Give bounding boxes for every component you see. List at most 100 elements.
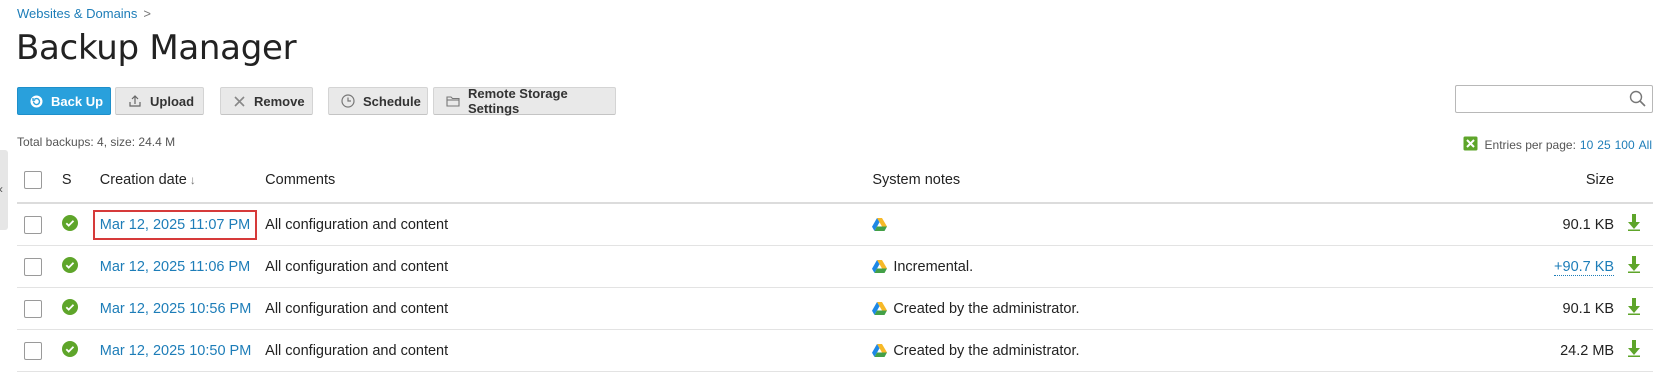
notes-cell: Incremental.: [872, 245, 1540, 288]
per-page-10[interactable]: 10: [1580, 138, 1593, 152]
table-row: Mar 12, 2025 10:56 PM All configuration …: [17, 287, 1653, 330]
header-comments[interactable]: Comments: [265, 158, 873, 204]
check-circle-icon: [61, 256, 78, 273]
date-cell: Mar 12, 2025 10:50 PM: [99, 329, 266, 372]
download-cell: [1614, 329, 1653, 372]
row-checkbox[interactable]: [24, 341, 42, 360]
date-cell: Mar 12, 2025 11:07 PM: [92, 203, 266, 246]
table-header-row: S Creation date ↓ Comments System notes S…: [17, 158, 1653, 204]
row-select-cell: [17, 203, 62, 246]
notes-cell: [872, 203, 1540, 246]
backup-date-link[interactable]: Mar 12, 2025 11:07 PM: [92, 209, 258, 240]
header-download: [1614, 158, 1653, 204]
check-circle-icon: [61, 340, 78, 357]
search-input[interactable]: [1462, 87, 1626, 113]
backup-date-link[interactable]: Mar 12, 2025 11:06 PM: [100, 259, 250, 275]
remove-x-icon: [234, 95, 245, 107]
system-note-text: Created by the administrator.: [893, 342, 1080, 359]
date-cell: Mar 12, 2025 10:56 PM: [99, 287, 266, 330]
row-select-cell: [17, 287, 62, 330]
row-select-cell: [17, 329, 62, 372]
download-arrow-icon[interactable]: [1627, 256, 1641, 273]
select-all-checkbox[interactable]: [24, 171, 42, 189]
status-cell: [61, 287, 100, 330]
download-cell: [1614, 203, 1653, 246]
backup-date-link[interactable]: Mar 12, 2025 10:50 PM: [100, 343, 252, 359]
select-all-cell: [17, 158, 62, 204]
comment-cell: All configuration and content: [265, 287, 873, 330]
table-row: Mar 12, 2025 11:06 PM All configuration …: [17, 245, 1653, 288]
sort-desc-icon: ↓: [189, 173, 196, 187]
notes-cell: Created by the administrator.: [872, 287, 1540, 330]
backup-button-label: Back Up: [51, 93, 104, 109]
backups-table: S Creation date ↓ Comments System notes S…: [17, 158, 1653, 372]
search-icon[interactable]: [1629, 90, 1646, 112]
backup-icon: [30, 95, 43, 107]
schedule-button-label: Schedule: [363, 93, 421, 109]
per-page-100[interactable]: 100: [1615, 138, 1635, 152]
check-circle-icon: [61, 298, 78, 315]
clock-icon: [341, 94, 355, 108]
date-cell: Mar 12, 2025 11:06 PM: [99, 245, 266, 288]
remove-button[interactable]: Remove: [220, 87, 313, 115]
download-cell: [1614, 245, 1653, 288]
system-note-text: Incremental.: [893, 258, 974, 275]
table-row: Mar 12, 2025 11:07 PM All configuration …: [17, 203, 1653, 246]
breadcrumb-link-websites-domains[interactable]: Websites & Domains: [17, 6, 137, 21]
comment-cell: All configuration and content: [265, 203, 873, 246]
breadcrumb: Websites & Domains >: [17, 6, 151, 21]
google-drive-icon: [872, 344, 888, 357]
google-drive-icon: [872, 260, 888, 273]
download-arrow-icon[interactable]: [1627, 298, 1641, 315]
breadcrumb-separator: >: [143, 6, 152, 21]
google-drive-icon: [872, 218, 888, 231]
download-arrow-icon[interactable]: [1627, 214, 1641, 231]
remote-storage-settings-button[interactable]: Remote Storage Settings: [433, 86, 616, 116]
status-cell: [61, 245, 100, 288]
status-cell: [61, 203, 100, 246]
sidebar-collapse-handle[interactable]: ‹: [0, 150, 8, 230]
check-circle-icon: [61, 214, 78, 231]
comment-cell: All configuration and content: [265, 329, 873, 372]
table-row: Mar 12, 2025 10:50 PM All configuration …: [17, 329, 1653, 372]
row-checkbox[interactable]: [24, 215, 42, 234]
remote-storage-settings-label: Remote Storage Settings: [468, 86, 568, 116]
notes-cell: Created by the administrator.: [872, 329, 1540, 372]
download-arrow-icon[interactable]: [1627, 340, 1641, 357]
header-system-notes[interactable]: System notes: [872, 158, 1540, 204]
size-cell: +90.7 KB: [1539, 245, 1615, 288]
backup-date-link[interactable]: Mar 12, 2025 10:56 PM: [100, 301, 252, 317]
upload-button[interactable]: Upload: [115, 87, 204, 115]
schedule-button[interactable]: Schedule: [328, 87, 428, 115]
chevron-left-icon: ‹: [0, 182, 3, 196]
upload-button-label: Upload: [150, 93, 195, 109]
header-status[interactable]: S: [61, 158, 100, 204]
per-page-25[interactable]: 25: [1597, 138, 1610, 152]
remove-button-label: Remove: [254, 93, 305, 109]
folder-icon: [446, 96, 460, 107]
page-title: Backup Manager: [16, 28, 297, 68]
entries-per-page-label: Entries per page:: [1484, 138, 1576, 152]
incremental-size-link[interactable]: +90.7 KB: [1554, 258, 1615, 276]
row-select-cell: [17, 245, 62, 288]
header-creation-date-label: Creation date: [99, 172, 187, 188]
upload-icon: [129, 95, 141, 107]
entries-per-page: Entries per page: 10 25 100 All: [1463, 136, 1652, 154]
header-creation-date[interactable]: Creation date ↓: [99, 158, 266, 204]
comment-cell: All configuration and content: [265, 245, 873, 288]
size-cell: 90.1 KB: [1539, 203, 1615, 246]
search-box: [1455, 85, 1653, 113]
google-drive-icon: [872, 302, 888, 315]
per-page-all[interactable]: All: [1639, 138, 1652, 152]
row-checkbox[interactable]: [24, 299, 42, 318]
size-cell: 90.1 KB: [1539, 287, 1615, 330]
excel-export-icon[interactable]: [1463, 136, 1478, 154]
row-checkbox[interactable]: [24, 257, 42, 276]
download-cell: [1614, 287, 1653, 330]
size-cell: 24.2 MB: [1539, 329, 1615, 372]
status-cell: [61, 329, 100, 372]
backup-button[interactable]: Back Up: [17, 87, 111, 115]
header-size[interactable]: Size: [1539, 158, 1615, 204]
system-note-text: Created by the administrator.: [893, 300, 1080, 317]
backup-totals: Total backups: 4, size: 24.4 M: [17, 135, 176, 149]
